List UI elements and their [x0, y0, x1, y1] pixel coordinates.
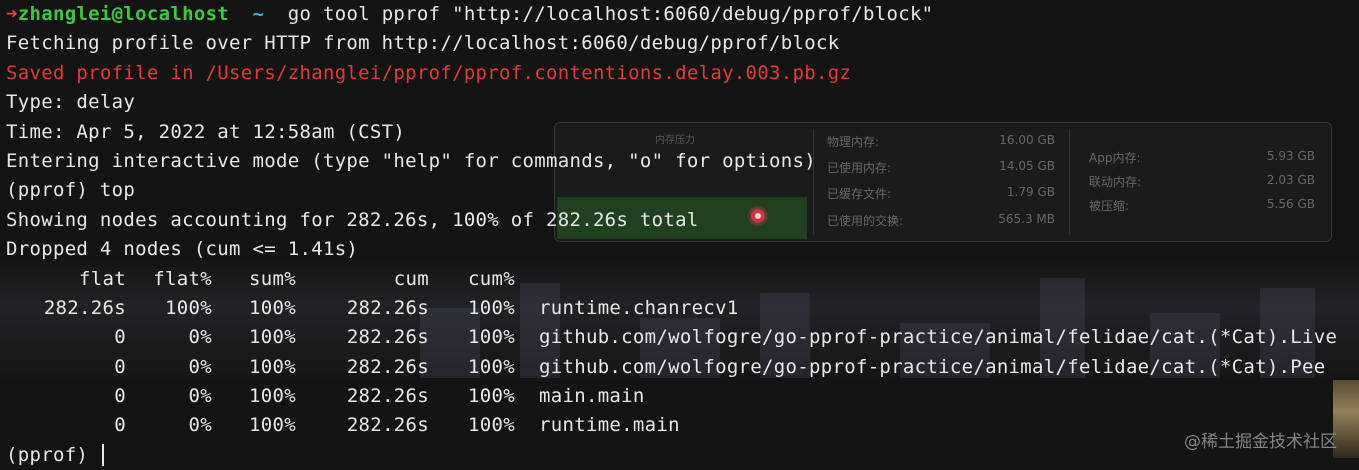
- prompt-cwd: ~: [252, 3, 265, 25]
- cell-flat: 0: [114, 385, 126, 408]
- cell-cum-pct: 100%: [468, 414, 515, 437]
- cell-function-name: runtime.main: [539, 414, 680, 437]
- command-line: ➜zhanglei@localhost ~ go tool pprof "htt…: [6, 0, 1359, 29]
- cell-cum: 282.26s: [346, 355, 429, 378]
- cell-function-name: github.com/wolfogre/go-pprof-practice/an…: [539, 355, 1326, 378]
- prompt-user-host: zhanglei@localhost: [17, 3, 230, 25]
- output-line: Time: Apr 5, 2022 at 12:58am (CST): [6, 120, 406, 143]
- output-line-saved: Saved profile in /Users/zhanglei/pprof/p…: [6, 61, 852, 84]
- cell-flat-pct: 0%: [188, 326, 212, 349]
- text-cursor: [101, 444, 104, 467]
- table-row: 0 0% 100% 282.26s 100% main.main: [6, 382, 1359, 411]
- cell-sum-pct: 100%: [249, 414, 296, 437]
- header-cum-pct: cum%: [468, 267, 515, 290]
- cell-function-name: runtime.chanrecv1: [539, 296, 739, 319]
- cell-flat-pct: 0%: [188, 355, 212, 378]
- record-indicator-icon: [751, 209, 765, 223]
- cell-flat-pct: 0%: [188, 414, 212, 437]
- watermark: @稀土掘金技术社区: [1184, 432, 1337, 452]
- cell-flat: 0: [114, 326, 126, 349]
- cell-cum: 282.26s: [346, 296, 429, 319]
- cell-cum: 282.26s: [346, 326, 429, 349]
- output-line: Showing nodes accounting for 282.26s, 10…: [6, 208, 699, 231]
- command-text: go tool pprof "http://localhost:6060/deb…: [287, 3, 934, 25]
- cell-flat-pct: 0%: [188, 385, 212, 408]
- cell-flat: 282.26s: [43, 296, 126, 319]
- cell-flat-pct: 100%: [165, 296, 212, 319]
- header-sum-pct: sum%: [249, 267, 296, 290]
- output-line: Type: delay: [6, 91, 136, 114]
- cell-flat: 0: [114, 355, 126, 378]
- cell-cum: 282.26s: [346, 414, 429, 437]
- table-row: 0 0% 100% 282.26s 100% github.com/wolfogre/go…: [6, 323, 1359, 352]
- cell-function-name: main.main: [539, 385, 645, 408]
- cell-cum-pct: 100%: [468, 296, 515, 319]
- output-line: Dropped 4 nodes (cum <= 1.41s): [6, 238, 359, 261]
- header-flat-pct: flat%: [153, 267, 212, 290]
- cell-cum-pct: 100%: [468, 355, 515, 378]
- profile-table: flat flat% sum% cum cum% 282.26s 100% 100% 282.…: [6, 265, 1359, 441]
- cell-sum-pct: 100%: [249, 355, 296, 378]
- table-header: flat flat% sum% cum cum%: [6, 265, 1359, 294]
- cell-sum-pct: 100%: [249, 385, 296, 408]
- cell-cum: 282.26s: [346, 385, 429, 408]
- output-line: (pprof) top: [6, 179, 136, 202]
- output-line: Entering interactive mode (type "help" f…: [6, 149, 816, 172]
- pprof-prompt: (pprof): [6, 443, 100, 466]
- header-cum: cum: [393, 267, 429, 290]
- cell-cum-pct: 100%: [468, 385, 515, 408]
- output-line: Fetching profile over HTTP from http://l…: [6, 32, 840, 55]
- cell-cum-pct: 100%: [468, 326, 515, 349]
- terminal-output[interactable]: ➜zhanglei@localhost ~ go tool pprof "htt…: [6, 0, 1359, 470]
- cell-sum-pct: 100%: [249, 296, 296, 319]
- cell-flat: 0: [114, 414, 126, 437]
- cell-function-name: github.com/wolfogre/go-pprof-practice/an…: [539, 326, 1338, 349]
- table-row: 282.26s 100% 100% 282.26s 100% runtime.chanre…: [6, 294, 1359, 323]
- cell-sum-pct: 100%: [249, 326, 296, 349]
- header-flat: flat: [79, 267, 126, 290]
- table-row: 0 0% 100% 282.26s 100% github.com/wolfogre/go…: [6, 353, 1359, 382]
- table-row: 0 0% 100% 282.26s 100% runtime.main: [6, 411, 1359, 440]
- prompt-arrow-icon: ➜: [6, 3, 18, 25]
